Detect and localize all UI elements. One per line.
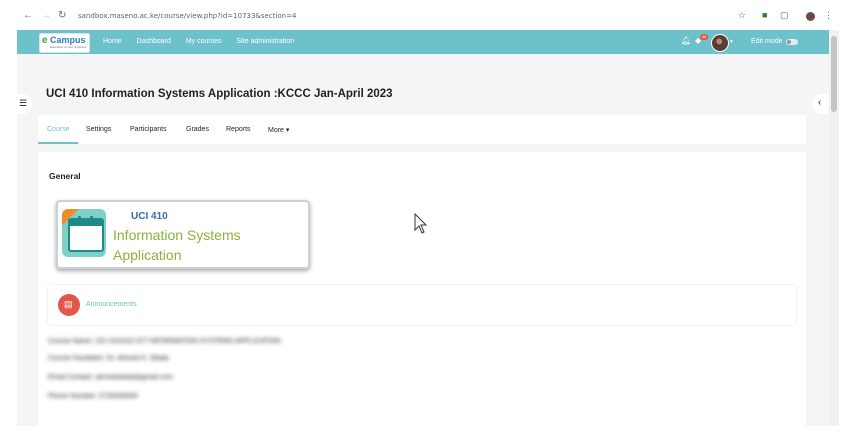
- course-info-line: Course Name: UCI 410/410 ICT INFORMATION…: [48, 338, 281, 345]
- primary-navigation: Home Dashboard My courses Site administr…: [103, 38, 307, 45]
- course-banner-image: UCI 410 Information Systems Application: [56, 200, 310, 269]
- mouse-cursor-icon: [414, 213, 428, 234]
- course-info-line: Course Facilitator: Dr. Ahmed K. Obala: [48, 355, 169, 362]
- address-bar[interactable]: sandbox.maseno.ac.ke/course/view.php?id=…: [78, 12, 296, 20]
- chevron-left-icon: ‹: [818, 97, 822, 108]
- message-count-badge: 48: [700, 34, 708, 40]
- active-tab-indicator: [38, 142, 78, 144]
- edit-mode-toggle[interactable]: [786, 39, 798, 45]
- ecampus-logo[interactable]: e Campus Education at your fingertips: [39, 33, 90, 53]
- banner-course-name-line1: Information Systems: [113, 227, 241, 243]
- bookmark-star-icon[interactable]: ☆: [738, 11, 746, 20]
- scrollbar-thumb[interactable]: [831, 36, 837, 112]
- course-info-line: Email Contact: ahmedobala@gmail.com: [48, 374, 173, 381]
- course-info-line: Phone Number: 0720000000: [48, 393, 138, 400]
- browser-toolbar: ← → ↻ sandbox.maseno.ac.ke/course/view.p…: [0, 0, 854, 30]
- block-drawer-button[interactable]: ‹: [812, 94, 829, 114]
- nav-link-site-administration[interactable]: Site administration: [237, 38, 295, 45]
- notification-bell-icon[interactable]: 🔔︎: [681, 37, 691, 45]
- list-icon: ☰: [19, 98, 28, 108]
- edit-mode-label: Edit mode: [751, 38, 783, 45]
- forward-icon[interactable]: →: [41, 11, 51, 21]
- menu-kebab-icon[interactable]: ⋮: [824, 11, 833, 20]
- back-icon[interactable]: ←: [23, 11, 33, 21]
- banner-course-code: UCI 410: [131, 211, 168, 222]
- nav-link-dashboard[interactable]: Dashboard: [137, 38, 171, 45]
- logo-tagline: Education at your fingertips: [50, 45, 87, 49]
- forum-icon: ▤: [58, 294, 80, 316]
- calendar-icon: [62, 209, 106, 257]
- tab-course[interactable]: Course: [47, 126, 70, 133]
- activity-announcements[interactable]: ▤ Announcements: [47, 284, 797, 326]
- logo-campus: Campus: [50, 35, 86, 45]
- course-section-card: General UCI 410 Information Systems Appl…: [38, 152, 806, 426]
- reload-icon[interactable]: ↻: [58, 11, 66, 21]
- secondary-navigation-tabs: Course Settings Participants Grades Repo…: [38, 115, 806, 144]
- user-avatar[interactable]: [711, 34, 729, 52]
- tab-settings[interactable]: Settings: [86, 126, 111, 133]
- logo-e: e: [42, 35, 48, 46]
- tab-more[interactable]: More ▾: [268, 126, 289, 134]
- tab-grades[interactable]: Grades: [186, 126, 209, 133]
- extension-icon[interactable]: ■: [762, 11, 767, 20]
- chevron-down-icon[interactable]: ▼: [729, 39, 734, 45]
- nav-link-my-courses[interactable]: My courses: [186, 38, 222, 45]
- activity-link-announcements[interactable]: Announcements: [86, 301, 137, 308]
- nav-link-home[interactable]: Home: [103, 38, 122, 45]
- banner-course-name-line2: Application: [113, 247, 182, 263]
- profile-avatar-icon[interactable]: [806, 12, 815, 21]
- course-index-drawer-button[interactable]: ☰: [17, 94, 32, 114]
- section-title: General: [49, 171, 81, 181]
- top-navbar: e Campus Education at your fingertips Ho…: [17, 30, 829, 54]
- sidepanel-icon[interactable]: ▢: [780, 11, 789, 20]
- tab-participants[interactable]: Participants: [130, 126, 167, 133]
- page-title: UCI 410 Information Systems Application …: [46, 88, 393, 100]
- tab-reports[interactable]: Reports: [226, 126, 251, 133]
